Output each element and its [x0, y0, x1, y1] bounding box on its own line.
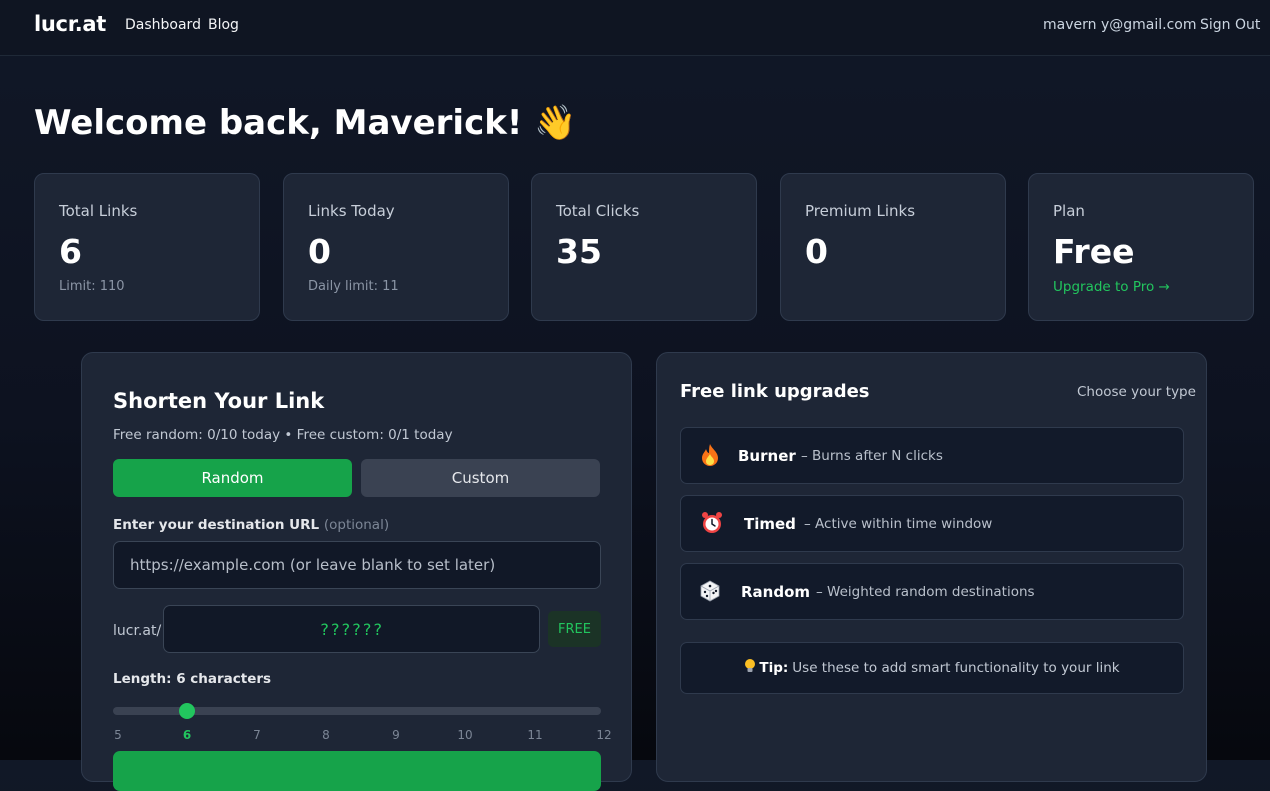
stat-card-links-today: Links Today 0 Daily limit: 11	[283, 173, 509, 321]
stat-label: Premium Links	[805, 202, 916, 220]
upgrades-hint: Choose your type	[1077, 384, 1196, 400]
url-label-text: Enter your destination URL	[113, 517, 320, 533]
length-tick: 5	[114, 728, 122, 742]
stat-value: 0	[308, 232, 331, 271]
user-email: mavern y@gmail.com	[1043, 17, 1197, 33]
nav-link-dashboard[interactable]: Dashboard	[125, 17, 201, 33]
tab-random[interactable]: Random	[113, 459, 352, 497]
stat-value: 0	[805, 232, 828, 271]
upgrade-desc: – Weighted random destinations	[816, 584, 1035, 600]
length-tick: 7	[253, 728, 261, 742]
stat-label: Total Links	[59, 202, 138, 220]
length-slider-thumb[interactable]	[179, 703, 195, 719]
length-tick: 10	[457, 728, 473, 742]
stat-card-premium-links: Premium Links 0	[780, 173, 1006, 321]
nav-link-blog[interactable]: Blog	[208, 17, 239, 33]
upgrade-desc: – Burns after N clicks	[801, 448, 943, 464]
shorten-submit-button[interactable]	[113, 751, 601, 791]
stat-value: 35	[556, 232, 602, 271]
stat-sub: Limit: 110	[59, 279, 125, 294]
length-tick: 8	[322, 728, 330, 742]
stat-card-plan: Plan Free Upgrade to Pro →	[1028, 173, 1254, 321]
stat-card-total-clicks: Total Clicks 35	[531, 173, 757, 321]
upgrade-name: Random	[741, 583, 811, 601]
tip-text: Use these to add smart functionality to …	[792, 660, 1120, 676]
shorten-title: Shorten Your Link	[113, 389, 325, 413]
upgrades-title: Free link upgrades	[680, 381, 870, 402]
stat-sub: Daily limit: 11	[308, 279, 399, 294]
shorten-panel: Shorten Your Link Free random: 0/10 toda…	[81, 352, 632, 791]
top-nav: lucr.at Dashboard Blog mavern y@gmail.co…	[0, 0, 1270, 56]
page-title: Welcome back, Maverick! 👋	[34, 103, 577, 143]
stat-label: Links Today	[308, 202, 395, 220]
brand-logo[interactable]: lucr.at	[34, 12, 106, 36]
tip-label: Tip:	[759, 660, 789, 676]
upgrade-item-timed[interactable]: Timed – Active within time window	[680, 495, 1184, 552]
fire-icon	[698, 442, 722, 468]
sign-out-link[interactable]: Sign Out	[1200, 17, 1260, 33]
alarm-clock-icon	[700, 510, 724, 536]
free-badge: FREE	[548, 611, 601, 647]
stat-value: Free	[1053, 232, 1135, 271]
tab-custom[interactable]: Custom	[361, 459, 600, 497]
length-tick: 12	[596, 728, 612, 742]
upgrades-panel: Free link upgrades Choose your type Burn…	[656, 352, 1207, 782]
url-optional-text: (optional)	[323, 517, 390, 533]
stat-value: 6	[59, 232, 82, 271]
quota-text: Free random: 0/10 today • Free custom: 0…	[113, 427, 453, 443]
dice-icon	[698, 578, 722, 604]
upgrade-desc: – Active within time window	[804, 516, 993, 532]
length-label: Length: 6 characters	[113, 671, 272, 687]
destination-url-input[interactable]	[113, 541, 601, 589]
length-tick: 6	[182, 728, 192, 742]
stat-card-total-links: Total Links 6 Limit: 110	[34, 173, 260, 321]
length-tick: 9	[392, 728, 400, 742]
upgrade-item-burner[interactable]: Burner – Burns after N clicks	[680, 427, 1184, 484]
length-tick: 11	[527, 728, 543, 742]
upgrade-to-pro-link[interactable]: Upgrade to Pro →	[1053, 279, 1170, 295]
slug-input[interactable]: ??????	[163, 605, 540, 653]
url-prefix: lucr.at/	[113, 623, 162, 639]
upgrade-name: Burner	[738, 447, 796, 465]
url-label: Enter your destination URL (optional)	[113, 517, 389, 533]
stat-label: Plan	[1053, 202, 1085, 220]
stat-label: Total Clicks	[556, 202, 640, 220]
upgrade-item-random[interactable]: Random – Weighted random destinations	[680, 563, 1184, 620]
tip-box: Tip: Use these to add smart functionalit…	[680, 642, 1184, 694]
lightbulb-icon	[744, 658, 756, 678]
upgrade-name: Timed	[744, 515, 796, 533]
